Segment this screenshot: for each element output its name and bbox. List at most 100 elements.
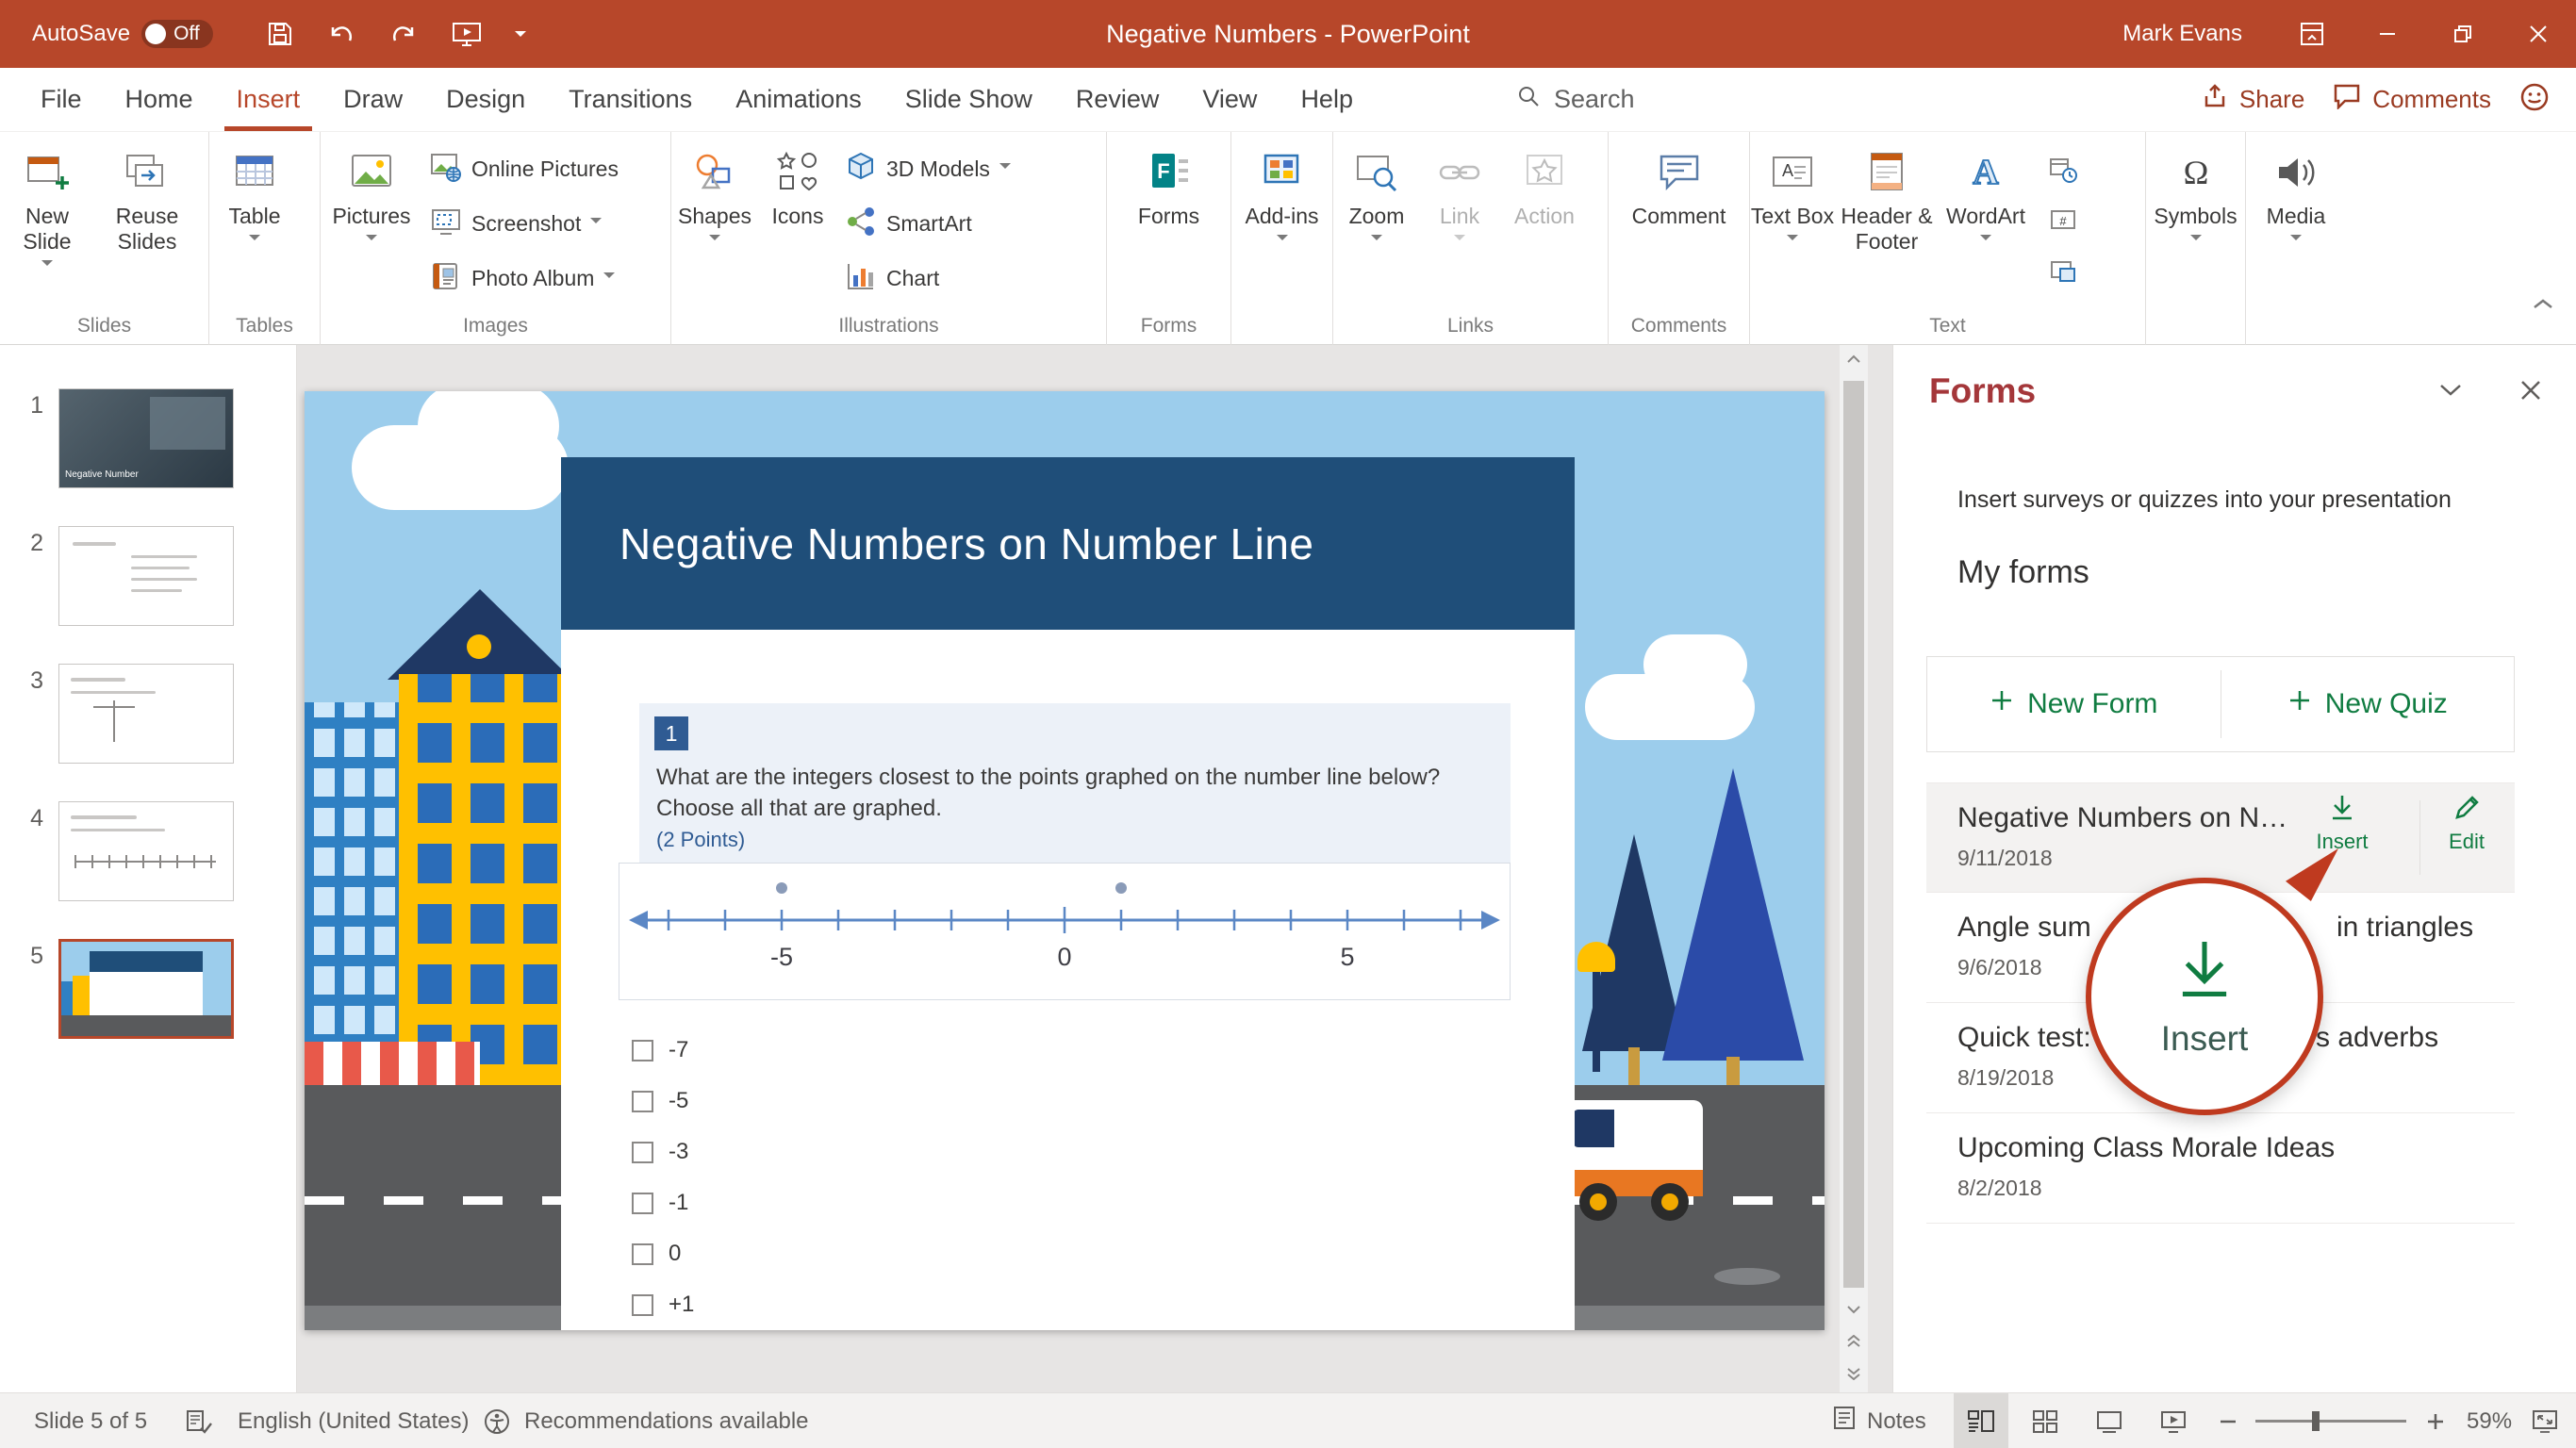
slide-thumbnail-panel: 1 Negative Number 2 3: [0, 345, 297, 1392]
table-button[interactable]: Table: [209, 138, 300, 311]
checkbox[interactable]: [632, 1091, 653, 1112]
online-pictures-button[interactable]: Online Pictures: [422, 145, 626, 192]
form-row[interactable]: Negative Numbers on N… 9/11/2018 Insert …: [1926, 782, 2515, 893]
spellcheck-icon[interactable]: [185, 1393, 213, 1448]
collapse-ribbon-icon[interactable]: [2531, 296, 2555, 318]
accessibility-status[interactable]: Recommendations available: [524, 1393, 809, 1448]
feedback-smiley-icon[interactable]: [2519, 82, 2550, 117]
tab-insert[interactable]: Insert: [215, 68, 322, 131]
next-slide-icon[interactable]: [1840, 1359, 1868, 1388]
tab-design[interactable]: Design: [424, 68, 547, 131]
photo-album-button[interactable]: Photo Album: [422, 255, 626, 302]
tab-view[interactable]: View: [1181, 68, 1279, 131]
reuse-slides-button[interactable]: Reuse Slides: [94, 138, 200, 311]
shapes-button[interactable]: Shapes: [671, 138, 758, 311]
previous-slide-icon[interactable]: [1840, 1327, 1868, 1356]
object-icon[interactable]: [2039, 251, 2088, 292]
row-insert-button[interactable]: Insert: [2302, 793, 2383, 854]
close-button[interactable]: [2501, 0, 2576, 68]
date-time-icon[interactable]: [2039, 149, 2088, 190]
new-quiz-button[interactable]: New Quiz: [2221, 657, 2515, 751]
redo-icon[interactable]: [388, 20, 419, 48]
embedded-form[interactable]: 1 What are the integers closest to the p…: [561, 630, 1575, 1330]
slide-editing-area[interactable]: Negative Numbers on Number Line 1 What a…: [305, 391, 1825, 1330]
restore-button[interactable]: [2425, 0, 2501, 68]
wordart-button[interactable]: A WordArt: [1939, 138, 2033, 311]
text-box-button[interactable]: A Text Box: [1750, 138, 1835, 311]
reading-view-button[interactable]: [2082, 1393, 2137, 1448]
checkbox[interactable]: [632, 1294, 653, 1316]
minimize-button[interactable]: [2350, 0, 2425, 68]
account-name[interactable]: Mark Evans: [2122, 21, 2242, 47]
tab-transitions[interactable]: Transitions: [547, 68, 714, 131]
accessibility-icon[interactable]: [483, 1393, 511, 1448]
slide-3-thumbnail[interactable]: [58, 664, 234, 764]
screenshot-button[interactable]: Screenshot: [422, 200, 626, 247]
tab-help[interactable]: Help: [1279, 68, 1375, 131]
slide-5-thumbnail[interactable]: [58, 939, 234, 1039]
customize-qat-icon[interactable]: [515, 31, 526, 42]
fit-to-window-button[interactable]: [2531, 1393, 2559, 1448]
zoom-button[interactable]: Zoom: [1333, 138, 1420, 311]
zoom-out-button[interactable]: [2218, 1393, 2238, 1448]
slide-2-thumbnail[interactable]: [58, 526, 234, 626]
slide-sorter-view-button[interactable]: [2018, 1393, 2072, 1448]
search-box[interactable]: Search: [1516, 68, 1635, 131]
new-form-button[interactable]: New Form: [1927, 657, 2221, 751]
slide-1-thumbnail[interactable]: Negative Number: [58, 388, 234, 488]
vertical-scrollbar[interactable]: [1840, 345, 1868, 1392]
zoom-percentage[interactable]: 59%: [2467, 1393, 2512, 1448]
tab-animations[interactable]: Animations: [714, 68, 883, 131]
slideshow-view-button[interactable]: [2146, 1393, 2201, 1448]
slide-number-icon[interactable]: #: [2039, 200, 2088, 241]
tab-review[interactable]: Review: [1054, 68, 1181, 131]
checkbox[interactable]: [632, 1040, 653, 1061]
share-button[interactable]: Share: [2202, 83, 2304, 116]
row-edit-button[interactable]: Edit: [2426, 793, 2507, 854]
scroll-up-icon[interactable]: [1840, 345, 1868, 373]
symbols-button[interactable]: Ω Symbols: [2151, 138, 2241, 311]
icons-button[interactable]: Icons: [758, 138, 837, 311]
header-footer-button[interactable]: Header & Footer: [1835, 138, 1939, 311]
zoom-in-button[interactable]: [2425, 1393, 2446, 1448]
undo-icon[interactable]: [326, 20, 356, 48]
scrollbar-thumb[interactable]: [1843, 381, 1864, 1288]
option-label: -3: [669, 1139, 688, 1165]
start-presentation-icon[interactable]: [451, 20, 483, 48]
3d-models-button[interactable]: 3D Models: [837, 145, 1018, 192]
pane-collapse-icon[interactable]: [2438, 383, 2463, 403]
notes-button[interactable]: Notes: [1831, 1393, 1926, 1448]
slide-number: 5: [0, 939, 58, 970]
language-status[interactable]: English (United States): [238, 1393, 469, 1448]
tab-slide-show[interactable]: Slide Show: [883, 68, 1054, 131]
tab-file[interactable]: File: [19, 68, 104, 131]
online-pictures-icon: [430, 151, 462, 188]
new-slide-button[interactable]: New Slide: [0, 138, 94, 311]
checkbox[interactable]: [632, 1142, 653, 1163]
slide-title-banner[interactable]: Negative Numbers on Number Line: [561, 457, 1575, 630]
truck-hub-graphic: [1590, 1193, 1607, 1210]
slide-4-thumbnail[interactable]: [58, 801, 234, 901]
media-button[interactable]: Media: [2253, 138, 2339, 311]
ribbon-display-options-icon[interactable]: [2274, 0, 2350, 68]
checkbox[interactable]: [632, 1193, 653, 1214]
comments-button[interactable]: Comments: [2333, 83, 2491, 116]
chart-button[interactable]: Chart: [837, 255, 1018, 302]
form-row[interactable]: Upcoming Class Morale Ideas 8/2/2018: [1926, 1113, 2515, 1224]
tab-draw[interactable]: Draw: [322, 68, 424, 131]
zoom-slider-thumb[interactable]: [2312, 1411, 2320, 1431]
zoom-slider[interactable]: [2255, 1393, 2406, 1448]
autosave-toggle[interactable]: AutoSave Off: [32, 20, 213, 48]
forms-button[interactable]: F Forms: [1120, 138, 1218, 311]
checkbox[interactable]: [632, 1243, 653, 1265]
scroll-down-icon[interactable]: [1840, 1295, 1868, 1324]
tab-home[interactable]: Home: [104, 68, 215, 131]
save-icon[interactable]: [266, 20, 294, 48]
pane-close-icon[interactable]: [2519, 379, 2542, 406]
comment-button[interactable]: Comment: [1627, 138, 1731, 311]
pictures-button[interactable]: Pictures: [321, 138, 422, 311]
normal-view-button[interactable]: [1954, 1393, 2008, 1448]
smartart-button[interactable]: SmartArt: [837, 200, 1018, 247]
add-ins-button[interactable]: Add-ins: [1237, 138, 1328, 311]
svg-text:F: F: [1157, 159, 1169, 183]
